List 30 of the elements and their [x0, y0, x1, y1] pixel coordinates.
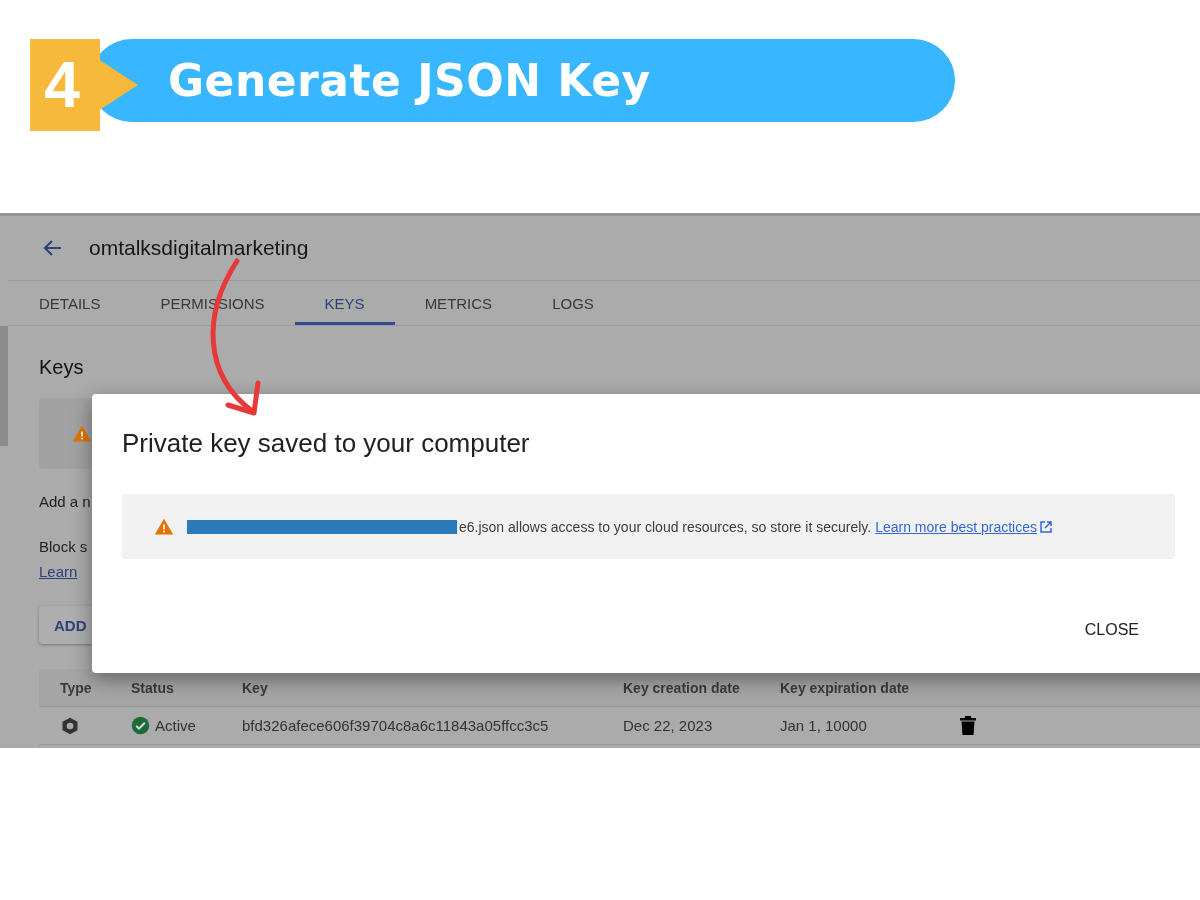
learn-more-link[interactable]: Learn	[39, 563, 78, 581]
external-link-icon	[1039, 519, 1053, 534]
hexagon-icon	[60, 715, 80, 736]
tab[interactable]: DETAILS	[8, 281, 131, 325]
section-heading: Keys	[39, 356, 85, 380]
body-text: Block s	[39, 538, 88, 556]
column-header: Type	[60, 679, 92, 696]
step-pointer	[98, 59, 138, 111]
column-header: Key	[242, 679, 268, 696]
body-text: Add a n	[39, 493, 91, 511]
table-cell: bfd326afece606f39704c8a6c11843a05ffcc3c5	[242, 717, 549, 734]
learn-more-link[interactable]: Learn more best practices	[875, 518, 1037, 535]
slide-title: Generate JSON Key	[168, 55, 651, 106]
trash-icon[interactable]	[960, 716, 976, 735]
tab[interactable]: METRICS	[394, 281, 523, 325]
table-cell: Dec 22, 2023	[623, 717, 713, 734]
column-header: Key expiration date	[780, 679, 910, 696]
scrollbar[interactable]	[0, 326, 8, 446]
status-text: Active	[155, 717, 196, 734]
table-cell: Jan 1, 10000	[780, 717, 867, 734]
page-title: omtalksdigitalmarketing	[89, 236, 309, 260]
dialog-title: Private key saved to your computer	[122, 428, 531, 460]
close-button[interactable]: CLOSE	[1080, 617, 1143, 643]
notice-text: e6.json allows access to your cloud resources, so store it securely.	[459, 518, 872, 535]
tab[interactable]: KEYS	[294, 281, 395, 325]
check-circle-icon	[131, 716, 150, 735]
column-header: Key creation date	[623, 679, 740, 696]
column-header: Status	[131, 679, 174, 696]
step-number: 4	[30, 39, 100, 131]
tab[interactable]: LOGS	[522, 281, 624, 325]
